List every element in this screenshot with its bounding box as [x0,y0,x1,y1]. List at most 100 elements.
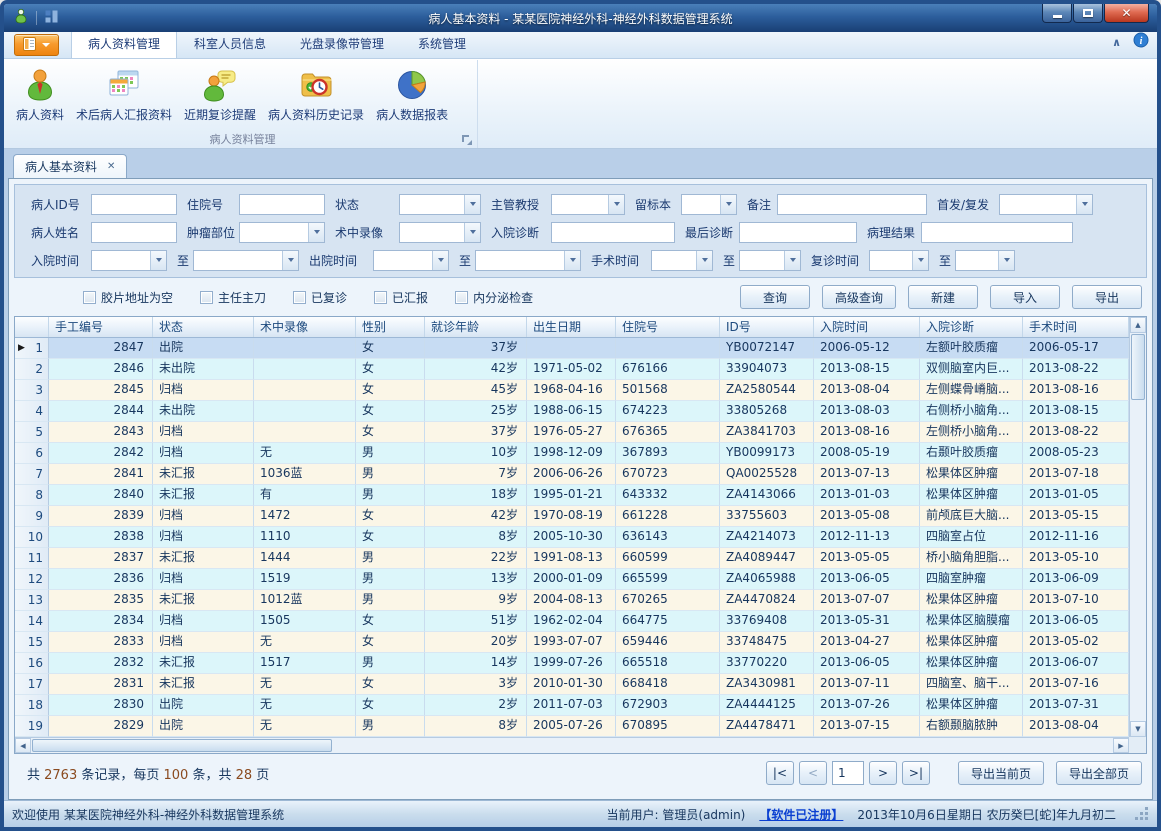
admission-diagnosis-input[interactable] [551,222,675,243]
horizontal-scrollbar[interactable]: ◀ ▶ [15,737,1129,753]
table-row[interactable]: 142834归档1505女51岁1962-02-0466477533769408… [15,611,1129,632]
ribbon-button-revisit-reminder[interactable]: 近期复诊提醒 [178,63,262,125]
app-logo-person-icon[interactable] [13,8,29,28]
software-registered-link[interactable]: 【软件已注册】 [759,806,843,823]
horizontal-scroll-thumb[interactable] [32,739,332,752]
export-button[interactable]: 导出 [1072,285,1142,309]
table-row[interactable]: 32845归档女45岁1968-04-16501568ZA25805442013… [15,380,1129,401]
scroll-up-icon[interactable]: ▲ [1130,317,1146,333]
dialog-launcher-icon[interactable] [461,134,472,145]
scroll-right-icon[interactable]: ▶ [1113,738,1129,753]
chief-professor-select[interactable] [551,194,625,215]
vertical-scroll-thumb[interactable] [1131,334,1145,400]
ribbon-tab-dept-staff-info[interactable]: 科室人员信息 [177,30,283,58]
checkbox-endocrine-exam[interactable]: 内分泌检查 [455,289,533,306]
ribbon-tab-disc-tape-mgmt[interactable]: 光盘录像带管理 [283,30,401,58]
table-row[interactable]: 172831未汇报无女3岁2010-01-30668418ZA343098120… [15,674,1129,695]
chevron-down-icon[interactable] [464,223,480,242]
table-row[interactable]: 82840未汇报有男18岁1995-01-21643332ZA414306620… [15,485,1129,506]
column-header-admission-date[interactable]: 入院时间 [814,317,920,337]
collapse-ribbon-icon[interactable]: ∧ [1112,37,1121,48]
patient-name-input[interactable] [91,222,177,243]
checkbox-box-icon[interactable] [293,291,306,304]
vertical-scrollbar[interactable]: ▲ ▼ [1129,317,1146,737]
table-row[interactable]: 22846未出院女42岁1971-05-02676166339040732013… [15,359,1129,380]
chevron-down-icon[interactable] [998,251,1014,270]
first-or-relapse-select[interactable] [999,194,1093,215]
chevron-down-icon[interactable] [308,223,324,242]
column-header-manual-no[interactable]: 手工编号 [49,317,153,337]
chevron-down-icon[interactable] [696,251,712,270]
close-button[interactable]: ✕ [1104,4,1149,23]
next-page-button[interactable]: > [869,761,897,785]
table-row[interactable]: 92839归档1472女42岁1970-08-19661228337556032… [15,506,1129,527]
checkbox-chief-surgeon[interactable]: 主任主刀 [200,289,266,306]
ribbon-tab-patient-data-mgmt[interactable]: 病人资料管理 [71,30,177,58]
checkbox-reported[interactable]: 已汇报 [374,289,428,306]
column-header-birth-date[interactable]: 出生日期 [527,317,616,337]
ribbon-button-patient-data-report[interactable]: 病人数据报表 [370,63,454,125]
table-row[interactable]: 112837未汇报1444男22岁1991-08-13660599ZA40894… [15,548,1129,569]
pathology-result-input[interactable] [921,222,1073,243]
resize-grip-icon[interactable] [1136,808,1149,821]
scroll-left-icon[interactable]: ◀ [15,738,31,753]
discharge-date-to-select[interactable] [475,250,581,271]
chevron-down-icon[interactable] [282,251,298,270]
chevron-down-icon[interactable] [720,195,736,214]
table-row[interactable]: ▶12847出院女37岁YB00721472006-05-12左额叶胶质瘤200… [15,338,1129,359]
tab-close-icon[interactable]: ✕ [107,162,115,172]
checkbox-box-icon[interactable] [200,291,213,304]
document-tab-patient-basic-data[interactable]: 病人基本资料 ✕ [13,154,127,178]
chevron-down-icon[interactable] [1076,195,1092,214]
specimen-kept-select[interactable] [681,194,737,215]
surgery-date-from-select[interactable] [651,250,713,271]
export-all-pages-button[interactable]: 导出全部页 [1056,761,1142,785]
admission-date-from-select[interactable] [91,250,167,271]
surgery-video-select[interactable] [399,222,481,243]
chevron-down-icon[interactable] [608,195,624,214]
page-number-input[interactable] [832,761,864,785]
chevron-down-icon[interactable] [150,251,166,270]
column-header-admission-no[interactable]: 住院号 [616,317,720,337]
query-button[interactable]: 查询 [740,285,810,309]
final-diagnosis-input[interactable] [739,222,857,243]
checkbox-box-icon[interactable] [83,291,96,304]
last-page-button[interactable]: >| [902,761,930,785]
admission-date-to-select[interactable] [193,250,299,271]
minimize-button[interactable] [1042,4,1072,23]
chevron-down-icon[interactable] [912,251,928,270]
chevron-down-icon[interactable] [432,251,448,270]
table-row[interactable]: 162832未汇报1517男14岁1999-07-266655183377022… [15,653,1129,674]
app-menu-button[interactable] [14,34,59,56]
followup-date-from-select[interactable] [869,250,929,271]
column-header-gender[interactable]: 性别 [356,317,425,337]
remark-input[interactable] [777,194,927,215]
patient-id-input[interactable] [91,194,177,215]
first-page-button[interactable]: |< [766,761,794,785]
vertical-scroll-track[interactable] [1130,401,1146,721]
discharge-date-from-select[interactable] [373,250,449,271]
table-row[interactable]: 152833归档无女20岁1993-07-0765944633748475201… [15,632,1129,653]
table-row[interactable]: 102838归档1110女8岁2005-10-30636143ZA4214073… [15,527,1129,548]
column-header-id-no[interactable]: ID号 [720,317,814,337]
export-current-page-button[interactable]: 导出当前页 [958,761,1044,785]
import-button[interactable]: 导入 [990,285,1060,309]
scroll-down-icon[interactable]: ▼ [1130,721,1146,737]
column-header-row-indicator[interactable] [15,317,49,337]
table-row[interactable]: 62842归档无男10岁1998-12-09367893YB0099173200… [15,443,1129,464]
status-select[interactable] [399,194,481,215]
column-header-surgery-date[interactable]: 手术时间 [1023,317,1129,337]
checkbox-box-icon[interactable] [374,291,387,304]
ribbon-button-postop-report-data[interactable]: 术后病人汇报资料 [70,63,178,125]
table-row[interactable]: 132835未汇报1012蓝男9岁2004-08-13670265ZA44708… [15,590,1129,611]
chevron-down-icon[interactable] [784,251,800,270]
column-header-surgery-video[interactable]: 术中录像 [254,317,356,337]
table-row[interactable]: 192829出院无男8岁2005-07-26670895ZA4478471201… [15,716,1129,737]
advanced-query-button[interactable]: 高级查询 [822,285,896,309]
tumor-site-select[interactable] [239,222,325,243]
checkbox-box-icon[interactable] [455,291,468,304]
chevron-down-icon[interactable] [564,251,580,270]
column-header-status[interactable]: 状态 [153,317,254,337]
table-row[interactable]: 122836归档1519男13岁2000-01-09665599ZA406598… [15,569,1129,590]
checkbox-revisited[interactable]: 已复诊 [293,289,347,306]
